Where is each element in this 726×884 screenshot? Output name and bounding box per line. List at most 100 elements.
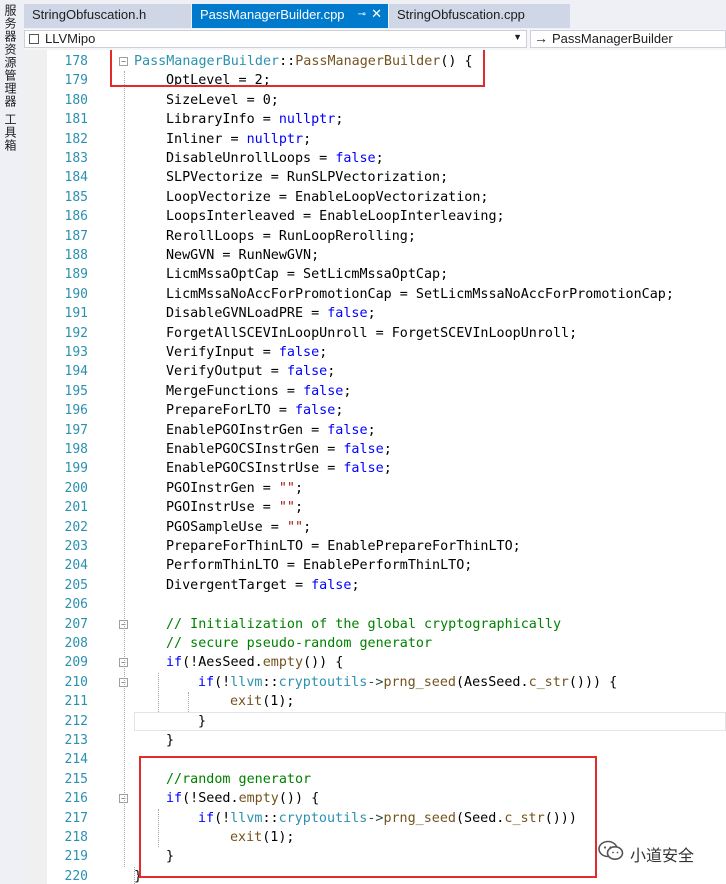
code-token: PGOInstrUse = bbox=[166, 500, 279, 516]
code-line[interactable]: 192 ForgetAllSCEVInLoopUnroll = ForgetSCE… bbox=[24, 324, 726, 343]
code-line[interactable]: 202 PGOSampleUse = ""; bbox=[24, 518, 726, 537]
code-token: ; bbox=[351, 577, 360, 593]
code-line[interactable]: 186 LoopsInterleaved = EnableLoopInterlea… bbox=[24, 207, 726, 226]
code-token: (! bbox=[214, 674, 231, 690]
code-line[interactable]: 181 LibraryInfo = nullptr; bbox=[24, 110, 726, 129]
member-dropdown[interactable]: → PassManagerBuilder bbox=[530, 30, 726, 48]
code-token: DisableGVNLoadPRE = bbox=[166, 306, 328, 322]
side-panel-label[interactable]: 服务器资源管理器 工具箱 bbox=[3, 4, 19, 152]
code-text: Inliner = nullptr; bbox=[166, 130, 311, 149]
code-line[interactable]: 180 SizeLevel = 0; bbox=[24, 91, 726, 110]
code-line[interactable]: 203 PrepareForThinLTO = EnablePrepareForT… bbox=[24, 537, 726, 556]
code-token: "" bbox=[278, 480, 295, 496]
line-number: 216 bbox=[64, 791, 88, 807]
code-line[interactable]: 207−// Initialization of the global cryp… bbox=[24, 615, 726, 634]
code-line[interactable]: 198 EnablePGOCSInstrGen = false; bbox=[24, 440, 726, 459]
code-token: ()) { bbox=[303, 655, 344, 671]
line-number: 179 bbox=[64, 73, 88, 89]
code-token: RerollLoops = RunLoopRerolling; bbox=[166, 228, 416, 244]
code-text: // Initialization of the global cryptogr… bbox=[166, 615, 561, 634]
code-token: ; bbox=[367, 422, 376, 438]
line-number: 205 bbox=[64, 577, 88, 593]
code-line[interactable]: 182 Inliner = nullptr; bbox=[24, 130, 726, 149]
code-token: ; bbox=[295, 480, 304, 496]
pin-icon[interactable]: ⊸ bbox=[358, 9, 366, 20]
code-line[interactable]: 213} bbox=[24, 731, 726, 750]
code-line[interactable]: 209− if(!AesSeed.empty()) { bbox=[24, 653, 726, 672]
line-number: 196 bbox=[64, 403, 88, 419]
code-token: c_str bbox=[528, 674, 569, 690]
code-text: LicmMssaOptCap = SetLicmMssaOptCap; bbox=[166, 265, 448, 284]
code-line[interactable]: 194 VerifyOutput = false; bbox=[24, 362, 726, 381]
code-text: PrepareForThinLTO = EnablePrepareForThin… bbox=[166, 537, 521, 556]
code-line[interactable]: 185 LoopVectorize = EnableLoopVectorizati… bbox=[24, 188, 726, 207]
code-token: false bbox=[335, 151, 376, 166]
project-scope-dropdown[interactable]: LLVMipo ▼ bbox=[24, 30, 527, 48]
code-token: "" bbox=[278, 500, 295, 516]
code-line[interactable]: 211 exit(1); bbox=[24, 692, 726, 711]
tab-string-obfuscation-h[interactable]: StringObfuscation.h bbox=[24, 4, 191, 28]
line-number: 186 bbox=[64, 209, 88, 225]
code-text: // secure pseudo-random generator bbox=[166, 634, 432, 653]
code-token: EnablePGOCSInstrUse = bbox=[166, 461, 344, 477]
chevron-down-icon[interactable]: ▼ bbox=[513, 32, 522, 42]
code-token: DivergentTarget = bbox=[166, 577, 312, 593]
code-text: MergeFunctions = false; bbox=[166, 382, 351, 401]
code-line[interactable]: 206 bbox=[24, 595, 726, 614]
code-token: (AesSeed. bbox=[456, 674, 529, 690]
code-text: DivergentTarget = false; bbox=[166, 576, 360, 595]
scope-label: LLVMipo bbox=[45, 31, 96, 46]
tab-label: PassManagerBuilder.cpp bbox=[200, 7, 345, 22]
line-number: 200 bbox=[64, 480, 88, 496]
code-token: ())) { bbox=[568, 674, 618, 690]
line-number: 208 bbox=[64, 636, 88, 651]
tab-string-obfuscation-cpp[interactable]: StringObfuscation.cpp bbox=[389, 4, 570, 28]
side-tool-strip[interactable]: 服务器资源管理器 工具箱 bbox=[0, 0, 25, 884]
code-line[interactable]: 197 EnablePGOInstrGen = false; bbox=[24, 421, 726, 440]
code-token: LoopsInterleaved = EnableLoopInterleavin… bbox=[166, 209, 505, 225]
code-text: } bbox=[166, 731, 174, 750]
code-line[interactable]: 201 PGOInstrUse = ""; bbox=[24, 498, 726, 517]
code-token: PGOSampleUse = bbox=[166, 519, 287, 535]
line-number: 211 bbox=[64, 694, 88, 710]
line-number: 215 bbox=[64, 771, 88, 787]
code-line[interactable]: 188 NewGVN = RunNewGVN; bbox=[24, 246, 726, 265]
code-editor[interactable]: 178− PassManagerBuilder::PassManagerBuild… bbox=[24, 50, 726, 884]
code-line[interactable]: 200 PGOInstrGen = ""; bbox=[24, 479, 726, 498]
code-line[interactable]: 196 PrepareForLTO = false; bbox=[24, 401, 726, 420]
code-line[interactable]: 191 DisableGVNLoadPRE = false; bbox=[24, 304, 726, 323]
code-line[interactable]: 193 VerifyInput = false; bbox=[24, 343, 726, 362]
code-token: EnablePGOInstrGen = bbox=[166, 422, 328, 438]
line-number: 182 bbox=[64, 131, 88, 147]
code-token: PGOInstrGen = bbox=[166, 480, 279, 496]
tab-pass-manager-builder-cpp[interactable]: PassManagerBuilder.cpp ⊸ ✕ bbox=[192, 4, 388, 28]
code-line[interactable]: 208 // secure pseudo-random generator bbox=[24, 634, 726, 653]
code-token: SLPVectorize = RunSLPVectorization; bbox=[166, 170, 449, 186]
line-number: 207 bbox=[64, 616, 88, 632]
line-number: 218 bbox=[64, 830, 88, 845]
code-line[interactable]: 189 LicmMssaOptCap = SetLicmMssaOptCap; bbox=[24, 265, 726, 284]
code-token: ; bbox=[335, 112, 344, 128]
code-token: LicmMssaNoAccForPromotionCap = SetLicmMs… bbox=[166, 286, 674, 302]
code-token: DisableUnrollLoops = bbox=[166, 151, 336, 166]
code-line[interactable]: 195 MergeFunctions = false; bbox=[24, 382, 726, 401]
code-token: if bbox=[198, 674, 215, 690]
code-text: PGOInstrUse = ""; bbox=[166, 498, 303, 517]
code-line[interactable]: 183 DisableUnrollLoops = false; bbox=[24, 149, 726, 168]
code-text: RerollLoops = RunLoopRerolling; bbox=[166, 227, 416, 246]
code-line[interactable]: 190 LicmMssaNoAccForPromotionCap = SetLic… bbox=[24, 285, 726, 304]
code-token: PrepareForThinLTO = EnablePrepareForThin… bbox=[166, 539, 521, 554]
close-icon[interactable]: ✕ bbox=[371, 6, 382, 22]
code-line[interactable]: 205 DivergentTarget = false; bbox=[24, 576, 726, 595]
code-text: if(!AesSeed.empty()) { bbox=[166, 653, 343, 672]
code-token: :: bbox=[262, 674, 279, 690]
code-line[interactable]: 204 PerformThinLTO = EnablePerformThinLTO… bbox=[24, 556, 726, 575]
code-line[interactable]: 199 EnablePGOCSInstrUse = false; bbox=[24, 459, 726, 478]
code-token: ; bbox=[295, 500, 304, 516]
code-text: LibraryInfo = nullptr; bbox=[166, 110, 343, 129]
code-line[interactable]: 210− if(!llvm::cryptoutils->prng_seed(Aes… bbox=[24, 673, 726, 692]
code-token: ; bbox=[383, 461, 392, 477]
code-line[interactable]: 187 RerollLoops = RunLoopRerolling; bbox=[24, 227, 726, 246]
code-line[interactable]: 184 SLPVectorize = RunSLPVectorization; bbox=[24, 168, 726, 187]
code-token: // Initialization of the global cryptogr… bbox=[166, 616, 562, 632]
